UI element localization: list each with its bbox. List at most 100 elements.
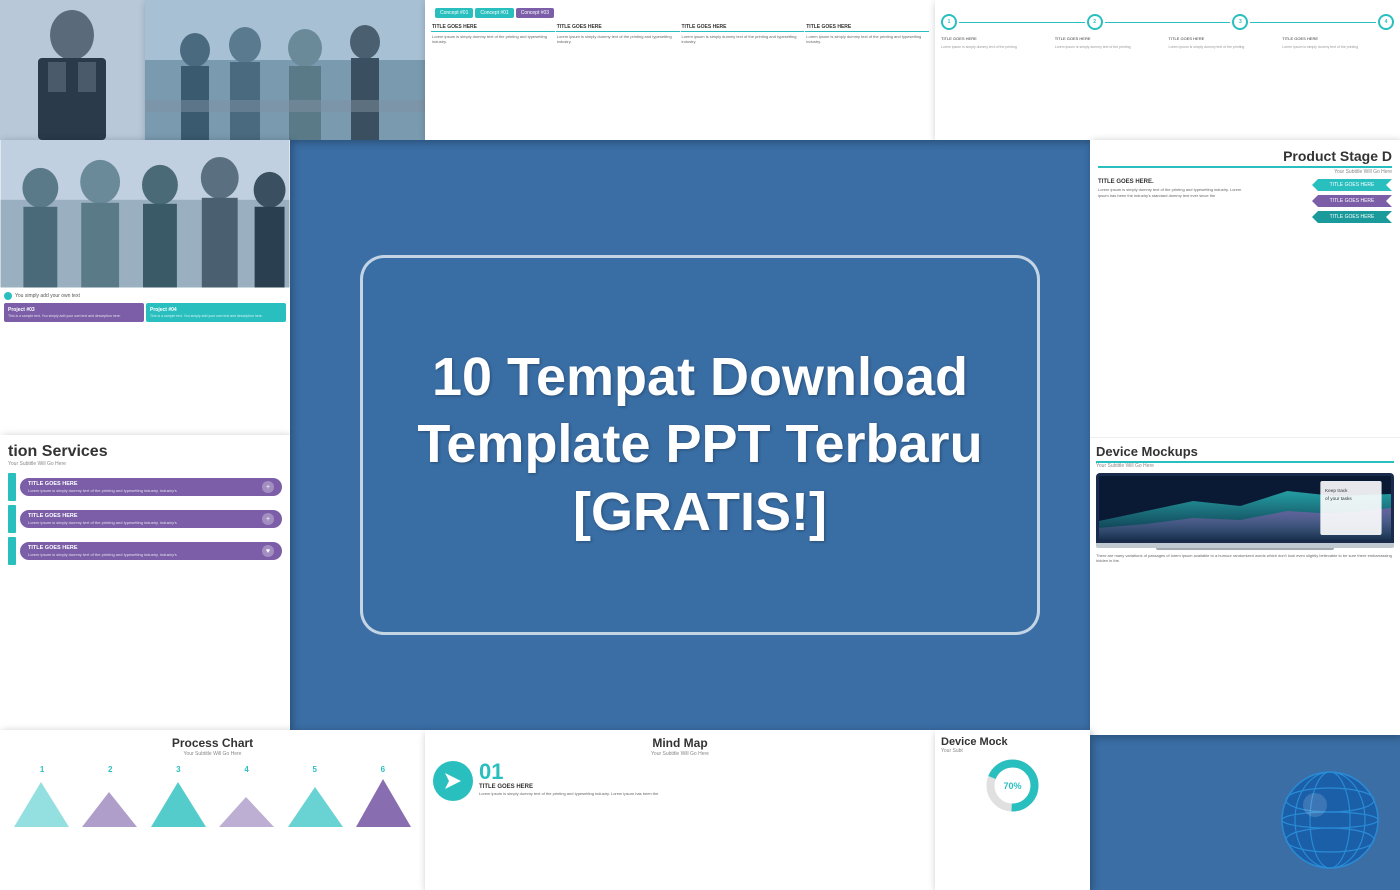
step-label-2: TITLE GOES HERE	[1055, 36, 1167, 41]
svc-bar-3	[8, 537, 16, 565]
proc-numbers-row: 1 2 3 4 5 6	[8, 765, 417, 774]
step-label-3: TITLE GOES HERE	[1169, 36, 1281, 41]
concept-col-4: TITLE GOES HERE	[805, 23, 929, 32]
screen-content: Keep track of your tasks	[1099, 476, 1391, 540]
svg-text:Keep track: Keep track	[1325, 487, 1348, 493]
step-text-1: Lorem ipsum is simply dummy text of the …	[941, 45, 1053, 49]
mm-main-subtitle: Your Subtitle Will Go Here	[433, 751, 927, 757]
service-item-1: TITLE GOES HERE Lorem ipsum is simply du…	[8, 473, 282, 501]
svc-pill-content-2: TITLE GOES HERE Lorem ipsum is simply du…	[28, 513, 177, 525]
service-item-3: TITLE GOES HERE Lorem ipsum is simply du…	[8, 537, 282, 565]
svc-icon-3: ♥	[262, 545, 274, 557]
concept-col-2: TITLE GOES HERE	[556, 23, 680, 32]
svc-pill-1: TITLE GOES HERE Lorem ipsum is simply du…	[20, 478, 282, 496]
proj-left-text: You simply add your own text	[15, 293, 286, 299]
laptop-base	[1096, 543, 1394, 548]
proj-card-purple: Project #03 This is a sample text. You s…	[4, 303, 144, 322]
svg-text:of your tasks: of your tasks	[1325, 495, 1352, 501]
step-label-4: TITLE GOES HERE	[1282, 36, 1394, 41]
product-stage-slide: Product Stage D Your Subtitle Will Go He…	[1090, 140, 1400, 438]
slide-thumb-services: tion Services Your Subtitle Will Go Here…	[0, 435, 290, 730]
svc-pill-title-1: TITLE GOES HERE	[28, 481, 177, 487]
proc-num-5: 5	[312, 765, 316, 774]
proc-num-3: 3	[176, 765, 180, 774]
triangle-chart	[8, 777, 417, 832]
proc-num-1: 1	[40, 765, 44, 774]
process-content: Process Chart Your Subtitle Will Go Here…	[0, 730, 425, 890]
dev-footer-text: There are many variations of passages of…	[1096, 553, 1394, 564]
proc-num-4: 4	[244, 765, 248, 774]
laptop-foot	[1156, 548, 1335, 550]
tri-3	[151, 777, 206, 832]
step-dot-3: 3	[1232, 14, 1248, 30]
tri-2	[82, 777, 137, 832]
mm-item-title: TITLE GOES HERE	[479, 784, 658, 790]
proc-main-subtitle: Your Subtitle Will Go Here	[8, 751, 417, 757]
concept-cell-2: Lorem ipsum is simply dummy text of the …	[556, 33, 680, 45]
step-text-3: Lorem ipsum is simply dummy text of the …	[1169, 45, 1281, 49]
mm-content-area: 01 TITLE GOES HERE Lorem ipsum is simply…	[433, 761, 927, 801]
concept-tag-3: Concept #03	[516, 8, 554, 18]
concept-col-3: TITLE GOES HERE	[681, 23, 805, 32]
ps-main-subtitle: Your Subtitle Will Go Here	[1098, 169, 1392, 175]
tri-6	[356, 777, 411, 832]
team-photo-area	[0, 140, 290, 288]
slide-thumb-mindmap: Mind Map Your Subtitle Will Go Here 01 T…	[425, 730, 935, 890]
ps-body-title: TITLE GOES HERE.	[1098, 179, 1243, 185]
svc-pill-desc-3: Lorem ipsum is simply dummy text of the …	[28, 552, 177, 557]
concept-cell-4: Lorem ipsum is simply dummy text of the …	[805, 33, 929, 45]
center-title-text: 10 Tempat Download Template PPT Terbaru …	[377, 324, 1022, 567]
device-mockup-slide: Device Mockups Your Subtitle Will Go Her…	[1090, 438, 1400, 736]
dm-main-subtitle: Your Subt	[941, 748, 1084, 754]
proj-text-2: This is a sample text. You simply add yo…	[150, 314, 282, 318]
svc-pill-2: TITLE GOES HERE Lorem ipsum is simply du…	[20, 510, 282, 528]
ps-left-content: TITLE GOES HERE. Lorem ipsum is simply d…	[1098, 179, 1243, 223]
mm-item-text: Lorem ipsum is simply dummy text of the …	[479, 791, 658, 797]
center-overlay-card: 10 Tempat Download Template PPT Terbaru …	[360, 255, 1040, 635]
slide-thumb-person	[0, 0, 145, 140]
globe-icon	[1280, 770, 1380, 870]
proj-num-1: Project #03	[8, 307, 140, 313]
step-text-4: Lorem ipsum is simply dummy text of the …	[1282, 45, 1394, 49]
tri-4	[219, 777, 274, 832]
meeting-photo	[145, 0, 425, 140]
mm-text-area: 01 TITLE GOES HERE Lorem ipsum is simply…	[479, 761, 658, 797]
svc-icon-2: +	[262, 513, 274, 525]
slide-thumb-team-projects: You simply add your own text Project #03…	[0, 140, 290, 435]
svc-pill-desc-1: Lorem ipsum is simply dummy text of the …	[28, 488, 177, 493]
proj-card-teal: Project #04 This is a sample text. You s…	[146, 303, 286, 322]
step-dot-2: 2	[1087, 14, 1103, 30]
device-mock-content: Device Mock Your Subt 70%	[935, 730, 1090, 890]
proc-num-2: 2	[108, 765, 112, 774]
concept-tag-1: Concept #01	[435, 8, 473, 18]
svc-pill-title-2: TITLE GOES HERE	[28, 513, 177, 519]
mm-main-title: Mind Map	[433, 736, 927, 750]
dm-main-title: Device Mock	[941, 736, 1084, 748]
svc-pill-3: TITLE GOES HERE Lorem ipsum is simply du…	[20, 542, 282, 560]
svc-main-subtitle: Your Subtitle Will Go Here	[8, 461, 282, 467]
slide-thumb-device-mock-br: Device Mock Your Subt 70%	[935, 730, 1090, 890]
ps-arrow-2: TITLE GOES HERE	[1312, 195, 1392, 207]
ps-main-title: Product Stage D	[1098, 148, 1392, 168]
projects-area: You simply add your own text Project #03…	[0, 288, 290, 436]
ps-body-text: Lorem ipsum is simply dummy text of the …	[1098, 187, 1243, 198]
dm-donut-chart: 70%	[985, 758, 1040, 813]
steps-content: 1 2 3 4 TITLE GOES HERE TITLE GOES HERE …	[935, 0, 1400, 140]
proj-dot	[4, 292, 12, 300]
mindmap-content: Mind Map Your Subtitle Will Go Here 01 T…	[425, 730, 935, 890]
dev-subtitle: Your Subtitle Will Go Here	[1096, 463, 1394, 469]
ps-right-arrows: TITLE GOES HERE TITLE GOES HERE TITLE GO…	[1247, 179, 1392, 223]
service-item-2: TITLE GOES HERE Lorem ipsum is simply du…	[8, 505, 282, 533]
step-dot-1: 1	[941, 14, 957, 30]
person-photo	[0, 0, 145, 140]
ps-arrow-1: TITLE GOES HERE	[1312, 179, 1392, 191]
ps-arrow-3: TITLE GOES HERE	[1312, 211, 1392, 223]
proj-num-2: Project #04	[150, 307, 282, 313]
mm-number: 01	[479, 761, 658, 783]
tri-1	[14, 777, 69, 832]
concept-cell-3: Lorem ipsum is simply dummy text of the …	[681, 33, 805, 45]
step-line-2	[1105, 22, 1231, 23]
laptop-screen: Keep track of your tasks	[1096, 473, 1394, 543]
concept-tag-2: Concept #01	[475, 8, 513, 18]
svc-main-title: tion Services	[8, 443, 282, 461]
